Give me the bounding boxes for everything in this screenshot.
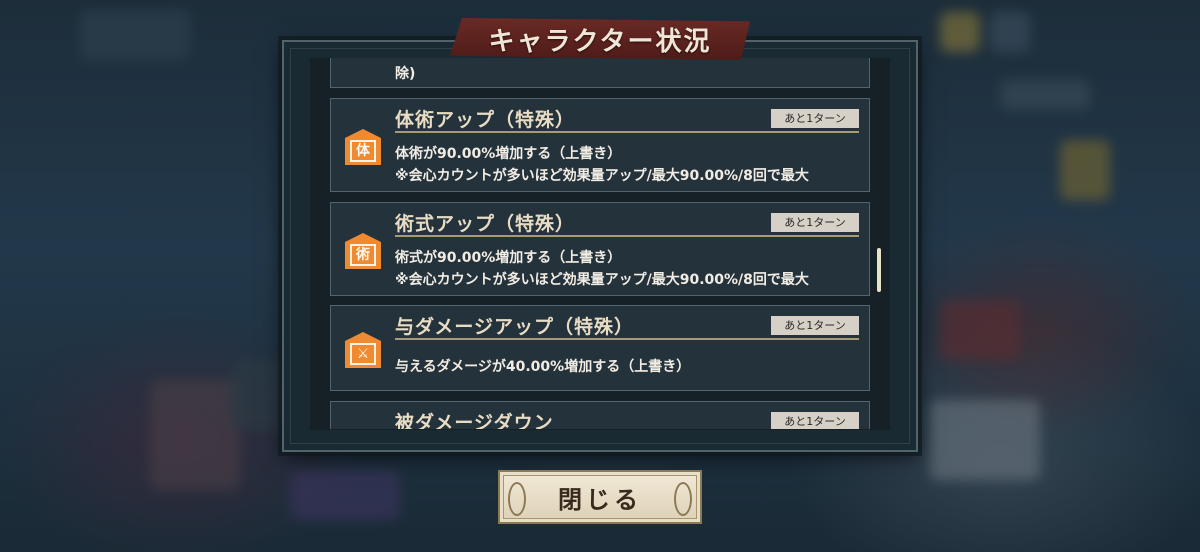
background-hud <box>940 12 980 52</box>
background-hud <box>1060 140 1110 200</box>
effect-card-clip: 被ダメージダウン あと1ターン <box>330 401 870 429</box>
turns-remaining-badge: あと1ターン <box>771 412 859 429</box>
background-hud <box>990 12 1030 52</box>
effect-card[interactable]: 体 体術アップ（特殊） あと1ターン 体術が90.00%増加する（上書き） ※会… <box>330 98 870 192</box>
effect-name: 体術アップ（特殊） <box>395 109 576 131</box>
taijutsu-icon: 体 <box>345 129 381 165</box>
scrollbar-thumb[interactable] <box>877 248 881 292</box>
turns-remaining-badge: あと1ターン <box>771 109 859 128</box>
effect-description: 除) <box>395 66 416 82</box>
dialog-title: キャラクター状況 <box>488 26 712 57</box>
effect-header: 術式アップ（特殊） あと1ターン <box>395 209 859 237</box>
effect-description: 術式が90.00%増加する（上書き） ※会心カウントが多いほど効果量アップ/最大… <box>395 250 809 288</box>
background-character <box>930 400 1040 480</box>
effect-header: 被ダメージダウン あと1ターン <box>395 408 859 429</box>
turns-remaining-badge: あと1ターン <box>771 213 859 232</box>
effect-name: 術式アップ（特殊） <box>395 213 576 235</box>
effect-name: 与ダメージアップ（特殊） <box>395 316 635 338</box>
effect-description: 体術が90.00%増加する（上書き） ※会心カウントが多いほど効果量アップ/最大… <box>395 146 809 184</box>
background-hud <box>1000 80 1090 110</box>
jutsushiki-icon: 術 <box>345 233 381 269</box>
background-character <box>940 300 1020 360</box>
close-button-label: 閉じる <box>558 484 642 514</box>
effect-card[interactable]: 術 術式アップ（特殊） あと1ターン 術式が90.00%増加する（上書き） ※会… <box>330 202 870 296</box>
sword-icon: ⚔ <box>345 332 381 368</box>
effect-header: 体術アップ（特殊） あと1ターン <box>395 105 859 133</box>
effect-description: 与えるダメージが40.00%増加する（上書き） <box>395 359 691 375</box>
effect-header: 与ダメージアップ（特殊） あと1ターン <box>395 312 859 340</box>
background-character <box>150 380 240 490</box>
close-button[interactable]: 閉じる <box>498 470 702 524</box>
background-hud <box>290 470 400 520</box>
effect-card[interactable]: 被ダメージダウン あと1ターン <box>330 401 870 429</box>
turns-remaining-badge: あと1ターン <box>771 316 859 335</box>
effect-name: 被ダメージダウン <box>395 412 554 429</box>
background-hud <box>80 10 190 60</box>
effect-card[interactable]: ⚔ 与ダメージアップ（特殊） あと1ターン 与えるダメージが40.00%増加する… <box>330 305 870 391</box>
effect-card-clipped: 除) <box>330 58 870 88</box>
title-banner: キャラクター状況 <box>450 18 750 60</box>
